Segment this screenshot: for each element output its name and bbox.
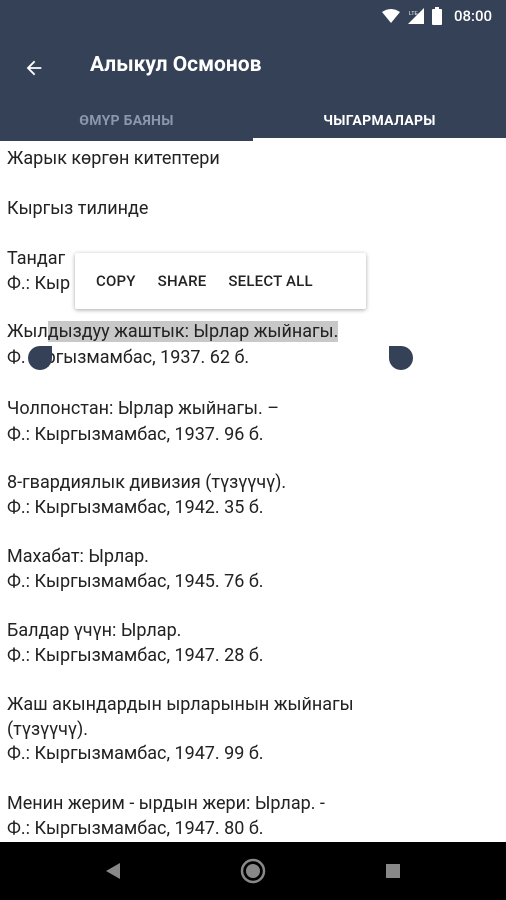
share-button[interactable]: SHARE <box>147 272 218 290</box>
list-item-line3: Ф.: Кыргызмамбас, 1947. 99 б. <box>7 743 264 764</box>
tab-works[interactable]: ЧЫГАРМАЛАРЫ <box>253 101 506 141</box>
select-all-button[interactable]: SELECT ALL <box>217 272 323 290</box>
list-item-line1: Жаш акындардын ырларынын жыйнагы <box>7 694 354 715</box>
app-bar: Алыкул Осмонов <box>0 32 506 101</box>
list-item-line2: (түзүүчү). <box>7 719 88 740</box>
nav-back-button[interactable] <box>98 856 128 886</box>
list-item-line2: Ф.: Кыргызмамбас, 1945. 76 б. <box>7 571 264 592</box>
list-item-line1: Чолпонстан: Ырлар жыйнагы. – <box>7 398 280 419</box>
list-item-line2: Ф.: Кыргызмамбас, 1937. 96 б. <box>7 424 264 445</box>
text-part: Ф. <box>7 347 26 368</box>
status-icons: LTE 08:00 <box>381 0 492 32</box>
text-unselected: Жыл <box>7 321 48 342</box>
home-circle-icon <box>240 858 266 884</box>
selected-text[interactable]: дыздуу жаштык: Ырлар жыйнагы. <box>47 321 339 342</box>
works-content: Жарык көргөн китептери Кыргыз тилинде Та… <box>0 141 506 842</box>
text-selection-menu: COPY SHARE SELECT ALL <box>75 253 366 309</box>
navigation-bar <box>0 842 506 900</box>
list-item-line1: Тандаг <box>7 248 66 269</box>
nav-recents-button[interactable] <box>378 856 408 886</box>
list-item-line2: Ф.: Кыргызмамбас, 1947. 80 б. <box>7 818 264 839</box>
list-item-line1: 8-гвардиялык дивизия (түзүүчү). <box>7 472 287 493</box>
arrow-back-icon <box>26 60 42 76</box>
nav-home-button[interactable] <box>238 856 268 886</box>
list-item-line2: Ф.: Кыр <box>7 273 71 294</box>
list-item-line1: Махабат: Ырлар. <box>7 546 149 567</box>
list-item-line2: Ф.: Кыргызмамбас, 1947. 28 б. <box>7 645 264 666</box>
svg-text:LTE: LTE <box>409 11 418 17</box>
copy-button[interactable]: COPY <box>75 272 147 290</box>
section-subheading: Кыргыз тилинде <box>7 198 149 219</box>
tab-biography[interactable]: ӨМҮР БАЯНЫ <box>0 101 253 141</box>
selection-handle-start[interactable] <box>28 346 52 370</box>
page-title: Алыкул Осмонов <box>90 53 262 77</box>
triangle-back-icon <box>106 863 120 879</box>
list-item-line1: Менин жерим - ырдын жери: Ырлар. - <box>7 793 325 814</box>
status-bar: LTE 08:00 <box>0 0 506 32</box>
battery-icon <box>431 7 442 25</box>
square-recents-icon <box>386 864 400 878</box>
selection-handle-end[interactable] <box>389 346 413 370</box>
text-part: ыргызмамбас, 1937. 62 б. <box>31 347 250 368</box>
wifi-icon <box>381 9 400 23</box>
list-item-line2: Ф.: Кыргызмамбас, 1942. 35 б. <box>7 497 264 518</box>
signal-icon: LTE <box>407 8 424 24</box>
tab-bar: ӨМҮР БАЯНЫ ЧЫГАРМАЛАРЫ <box>0 101 506 141</box>
list-item-line1: Балдар үчүн: Ырлар. <box>7 620 182 641</box>
list-item-line1-selected[interactable]: Жылдыздуу жаштык: Ырлар жыйнагы. <box>7 320 339 344</box>
section-heading: Жарык көргөн китептери <box>7 148 220 169</box>
back-button[interactable] <box>16 50 52 86</box>
status-time: 08:00 <box>453 7 492 25</box>
